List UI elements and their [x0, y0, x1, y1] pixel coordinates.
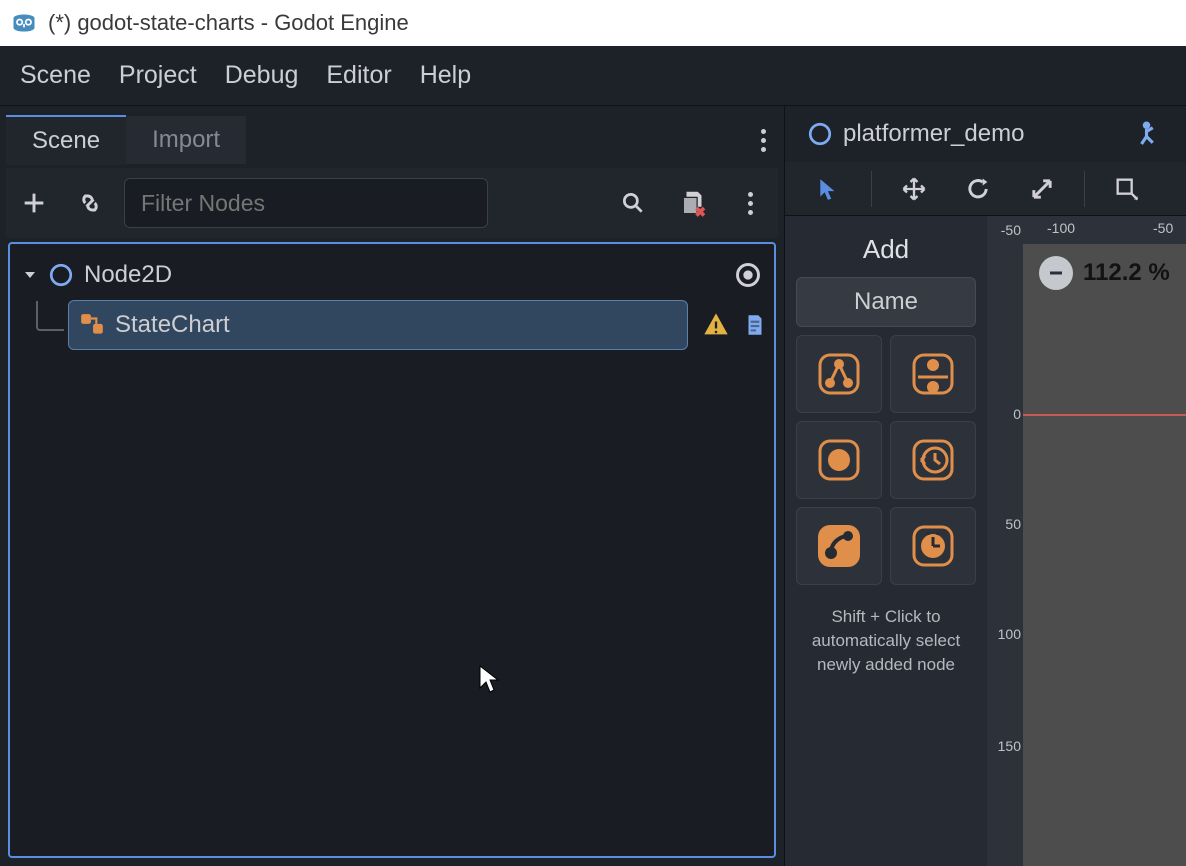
add-animation-state-button[interactable] [890, 507, 976, 585]
menu-project[interactable]: Project [119, 61, 197, 90]
tab-import[interactable]: Import [126, 116, 246, 164]
ruler-vertical: -50 0 50 100 150 [987, 216, 1023, 866]
guideline [1023, 414, 1186, 416]
script-icon[interactable] [742, 312, 768, 338]
tab-scene[interactable]: Scene [6, 115, 126, 165]
tree-root-label: Node2D [84, 261, 172, 289]
tree-child-row[interactable]: StateChart [68, 300, 688, 350]
scale-tool-icon[interactable] [1020, 167, 1064, 211]
snap-tool-icon[interactable] [1105, 167, 1149, 211]
menu-debug[interactable]: Debug [225, 61, 299, 90]
tree-connector [36, 301, 64, 331]
select-tool-icon[interactable] [807, 167, 851, 211]
script-remove-button[interactable] [672, 181, 716, 225]
menu-editor[interactable]: Editor [326, 61, 391, 90]
warning-icon[interactable] [702, 311, 730, 339]
dock-menu-icon[interactable] [748, 129, 778, 152]
scene-toolbar [6, 168, 778, 238]
zoom-indicator[interactable]: 112.2 % [1039, 256, 1170, 290]
add-compound-state-button[interactable] [796, 335, 882, 413]
add-panel-header[interactable]: Name [796, 277, 976, 327]
menu-scene[interactable]: Scene [20, 61, 91, 90]
viewport-toolbar [785, 162, 1186, 216]
window-title: (*) godot-state-charts - Godot Engine [48, 10, 409, 36]
add-atomic-state-button[interactable] [796, 421, 882, 499]
more-icon[interactable] [728, 181, 772, 225]
cursor-icon [478, 664, 502, 694]
ruler-horizontal: -100 -50 [1023, 216, 1186, 244]
viewport-area: platformer_demo [784, 106, 1186, 866]
node2d-icon [48, 262, 74, 288]
search-icon[interactable] [620, 190, 646, 216]
tree-root-row[interactable]: Node2D [16, 250, 768, 300]
add-panel-title: Add [863, 234, 909, 265]
rotate-tool-icon[interactable] [956, 167, 1000, 211]
scene-tab[interactable]: platformer_demo [807, 120, 1024, 148]
menubar: Scene Project Debug Editor Help [0, 46, 1186, 106]
zoom-value: 112.2 % [1083, 259, 1170, 287]
scene-dock: Scene Import [0, 106, 784, 866]
tree-child-label: StateChart [115, 311, 230, 339]
add-panel: Add Name [785, 216, 987, 866]
filter-nodes-input[interactable] [124, 178, 488, 228]
canvas[interactable]: -100 -50 112.2 % [1023, 216, 1186, 866]
scene-tree[interactable]: Node2D [8, 242, 776, 858]
link-scene-button[interactable] [68, 181, 112, 225]
statechart-icon [79, 312, 105, 338]
godot-logo-icon [10, 9, 38, 37]
scene-tab-label: platformer_demo [843, 120, 1024, 148]
titlebar: (*) godot-state-charts - Godot Engine [0, 0, 1186, 46]
add-parallel-state-button[interactable] [890, 335, 976, 413]
move-tool-icon[interactable] [892, 167, 936, 211]
zoom-out-icon[interactable] [1039, 256, 1073, 290]
menu-help[interactable]: Help [420, 61, 471, 90]
add-transition-button[interactable] [796, 507, 882, 585]
run-scene-icon[interactable] [1134, 119, 1164, 149]
visibility-icon[interactable] [734, 261, 762, 289]
add-history-state-button[interactable] [890, 421, 976, 499]
add-panel-hint: Shift + Click to automatically select ne… [791, 605, 981, 676]
chevron-down-icon[interactable] [22, 267, 38, 283]
add-node-button[interactable] [12, 181, 56, 225]
